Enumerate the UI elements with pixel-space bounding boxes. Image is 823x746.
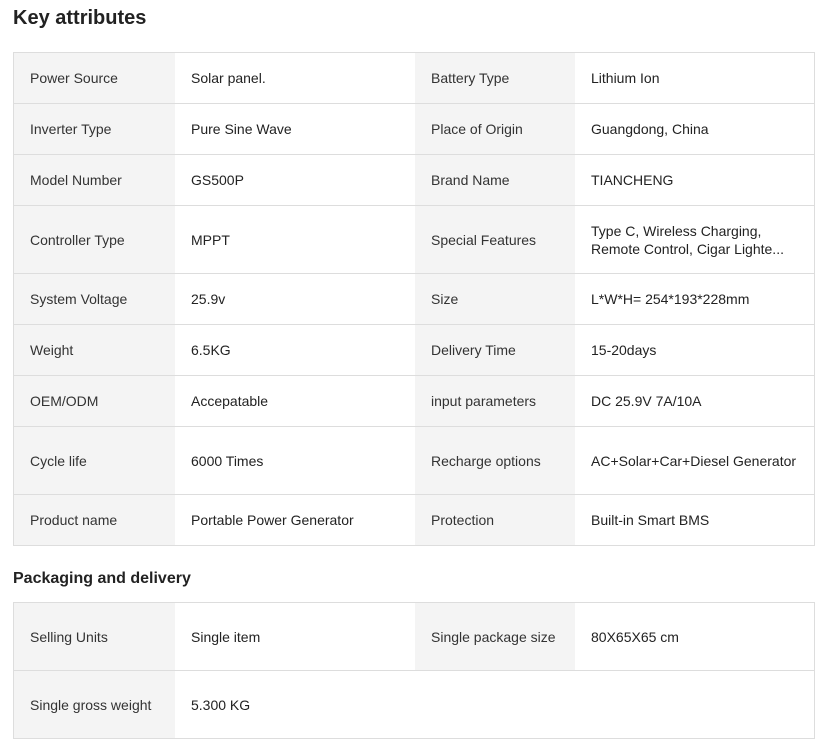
attribute-label: Inverter Type	[14, 104, 175, 154]
attribute-value: Single item	[175, 603, 415, 670]
empty-cell	[575, 671, 814, 738]
table-row: OEM/ODM Accepatable input parameters DC …	[14, 376, 814, 427]
attribute-label: Place of Origin	[415, 104, 575, 154]
attribute-label: Single package size	[415, 603, 575, 670]
attribute-value: AC+Solar+Car+Diesel Generator	[575, 427, 814, 494]
key-attributes-table: Power Source Solar panel. Battery Type L…	[13, 52, 815, 546]
empty-cell	[415, 671, 575, 738]
attribute-label: Single gross weight	[14, 671, 175, 738]
attribute-value: Accepatable	[175, 376, 415, 426]
attribute-value: 80X65X65 cm	[575, 603, 814, 670]
attribute-label: Brand Name	[415, 155, 575, 205]
attribute-value: Type C, Wireless Charging, Remote Contro…	[575, 206, 814, 273]
packaging-heading: Packaging and delivery	[13, 570, 191, 587]
attribute-value: TIANCHENG	[575, 155, 814, 205]
attribute-label: Weight	[14, 325, 175, 375]
key-attributes-heading: Key attributes	[13, 7, 147, 29]
attribute-value: L*W*H= 254*193*228mm	[575, 274, 814, 324]
attribute-value: GS500P	[175, 155, 415, 205]
attribute-value: MPPT	[175, 206, 415, 273]
attribute-value: DC 25.9V 7A/10A	[575, 376, 814, 426]
attribute-value: Pure Sine Wave	[175, 104, 415, 154]
attribute-label: Battery Type	[415, 53, 575, 103]
attribute-value: 6000 Times	[175, 427, 415, 494]
attribute-label: Controller Type	[14, 206, 175, 273]
attribute-value: Guangdong, China	[575, 104, 814, 154]
table-row: Inverter Type Pure Sine Wave Place of Or…	[14, 104, 814, 155]
attribute-label: Power Source	[14, 53, 175, 103]
attribute-label: Special Features	[415, 206, 575, 273]
table-row: System Voltage 25.9v Size L*W*H= 254*193…	[14, 274, 814, 325]
attribute-label: input parameters	[415, 376, 575, 426]
attribute-value: 15-20days	[575, 325, 814, 375]
table-row: Weight 6.5KG Delivery Time 15-20days	[14, 325, 814, 376]
attribute-label: Model Number	[14, 155, 175, 205]
table-row: Selling Units Single item Single package…	[14, 603, 814, 671]
attribute-value: 6.5KG	[175, 325, 415, 375]
attribute-value: 25.9v	[175, 274, 415, 324]
attribute-label: Protection	[415, 495, 575, 545]
table-row: Model Number GS500P Brand Name TIANCHENG	[14, 155, 814, 206]
attribute-label: Selling Units	[14, 603, 175, 670]
attribute-value: Portable Power Generator	[175, 495, 415, 545]
attribute-label: Recharge options	[415, 427, 575, 494]
table-row: Cycle life 6000 Times Recharge options A…	[14, 427, 814, 495]
attribute-value: Solar panel.	[175, 53, 415, 103]
attribute-label: System Voltage	[14, 274, 175, 324]
attribute-value: Built-in Smart BMS	[575, 495, 814, 545]
table-row: Controller Type MPPT Special Features Ty…	[14, 206, 814, 274]
attribute-label: Delivery Time	[415, 325, 575, 375]
table-row: Power Source Solar panel. Battery Type L…	[14, 53, 814, 104]
attribute-label: Cycle life	[14, 427, 175, 494]
table-row: Product name Portable Power Generator Pr…	[14, 495, 814, 546]
attribute-label: Size	[415, 274, 575, 324]
attribute-label: OEM/ODM	[14, 376, 175, 426]
attribute-value: Lithium Ion	[575, 53, 814, 103]
table-row: Single gross weight 5.300 KG	[14, 671, 814, 739]
attribute-label: Product name	[14, 495, 175, 545]
attribute-value: 5.300 KG	[175, 671, 415, 738]
packaging-table: Selling Units Single item Single package…	[13, 602, 815, 739]
